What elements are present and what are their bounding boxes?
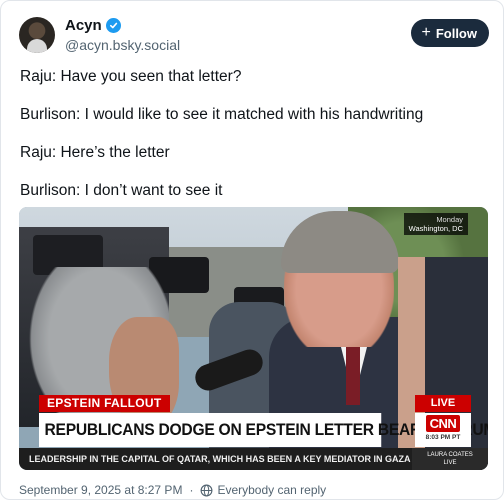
reply-setting-label: Everybody can reply: [217, 483, 327, 497]
video-embed[interactable]: Monday Washington, DC EPSTEIN FALLOUT RE…: [19, 207, 488, 470]
follow-button[interactable]: + Follow: [411, 19, 489, 47]
live-badge: LIVE: [415, 395, 471, 412]
reply-setting: Everybody can reply: [200, 483, 326, 497]
host-live: LIVE: [443, 460, 457, 466]
author-display-name[interactable]: Acyn: [65, 17, 102, 34]
post-card: Acyn @acyn.bsky.social + Follow Raju: Ha…: [0, 0, 504, 500]
post-footer: September 9, 2025 at 8:27 PM · Everybody…: [19, 483, 326, 497]
network-box: CNN 8:03 PM PT: [415, 413, 471, 447]
host-box: LAURA COATES LIVE: [412, 448, 488, 470]
corner-day: Monday: [436, 215, 463, 224]
post-line: Burlison: I don’t want to see it: [20, 182, 223, 199]
verified-badge-icon: [105, 18, 121, 33]
plus-icon: +: [421, 24, 431, 41]
avatar[interactable]: [19, 17, 55, 53]
post-line: Raju: Have you seen that letter?: [20, 68, 242, 85]
host-name: LAURA COATES: [427, 452, 473, 458]
author-name-row: Acyn: [65, 17, 121, 34]
footer-separator: ·: [189, 483, 194, 497]
post-header: Acyn @acyn.bsky.social + Follow: [19, 15, 489, 61]
post-body: Raju: Have you seen that letter? Burliso…: [20, 67, 490, 219]
corner-location: Washington, DC: [408, 224, 463, 233]
author-handle[interactable]: @acyn.bsky.social: [65, 37, 180, 53]
cnn-logo-icon: CNN: [425, 415, 461, 432]
post-line: Raju: Here’s the letter: [20, 144, 170, 161]
chyron-headline: REPUBLICANS DODGE ON EPSTEIN LETTER BEAR…: [39, 413, 488, 447]
chyron-tag: EPSTEIN FALLOUT: [39, 395, 170, 412]
broadcast-time: 8:03 PM PT: [425, 434, 461, 441]
follow-button-label: Follow: [435, 25, 477, 41]
post-timestamp[interactable]: September 9, 2025 at 8:27 PM: [19, 483, 182, 497]
globe-icon: [200, 484, 213, 496]
post-line: Burlison: I would like to see it matched…: [20, 106, 424, 123]
location-timebox: Monday Washington, DC: [403, 213, 468, 235]
